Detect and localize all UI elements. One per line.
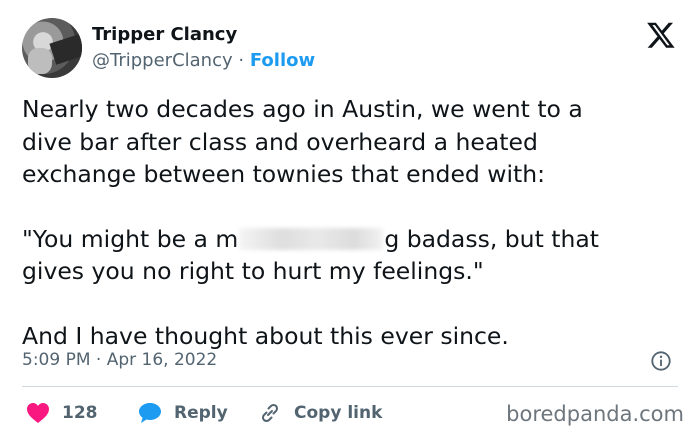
divider <box>22 386 678 387</box>
like-button[interactable]: 128 <box>26 400 98 426</box>
copy-link-label: Copy link <box>294 403 383 423</box>
follow-button[interactable]: Follow <box>250 50 315 71</box>
reply-label: Reply <box>174 403 228 423</box>
quote-line-2: gives you no right to hurt my feelings." <box>22 257 484 285</box>
tweet-header: Tripper Clancy @TripperClancy · Follow <box>22 18 678 80</box>
copy-link-button[interactable]: Copy link <box>258 400 382 426</box>
author-name[interactable]: Tripper Clancy <box>92 24 237 45</box>
closing-line: And I have thought about this ever since… <box>22 321 509 350</box>
x-logo-icon[interactable] <box>646 20 676 50</box>
watermark: boredpanda.com <box>506 402 684 426</box>
avatar-photo-shadow <box>49 33 82 65</box>
info-icon[interactable] <box>650 350 672 372</box>
tweet-line: dive bar after class and overheard a hea… <box>22 127 538 156</box>
tweet-text: Nearly two decades ago in Austin, we wen… <box>22 93 678 352</box>
quote-line: "You might be a m g badass, but that <box>22 223 678 256</box>
handle-separator: · <box>238 50 245 71</box>
reply-button[interactable]: Reply <box>138 400 228 426</box>
avatar[interactable] <box>22 18 82 78</box>
tweet-line: Nearly two decades ago in Austin, we wen… <box>22 95 583 123</box>
quote-end: g badass, but that <box>384 224 599 253</box>
censored-word <box>239 227 384 250</box>
author-handle-row: @TripperClancy · Follow <box>92 50 315 71</box>
heart-icon <box>27 403 49 423</box>
avatar-photo-highlight <box>28 48 52 74</box>
link-icon <box>261 403 279 423</box>
timestamp[interactable]: 5:09 PM · Apr 16, 2022 <box>22 350 217 370</box>
tweet-line: exchange between townies that ended with… <box>22 160 546 188</box>
author-handle[interactable]: @TripperClancy <box>92 50 233 71</box>
quote-start: "You might be a m <box>22 224 239 253</box>
like-count: 128 <box>62 403 98 423</box>
speech-bubble-icon <box>139 403 161 423</box>
